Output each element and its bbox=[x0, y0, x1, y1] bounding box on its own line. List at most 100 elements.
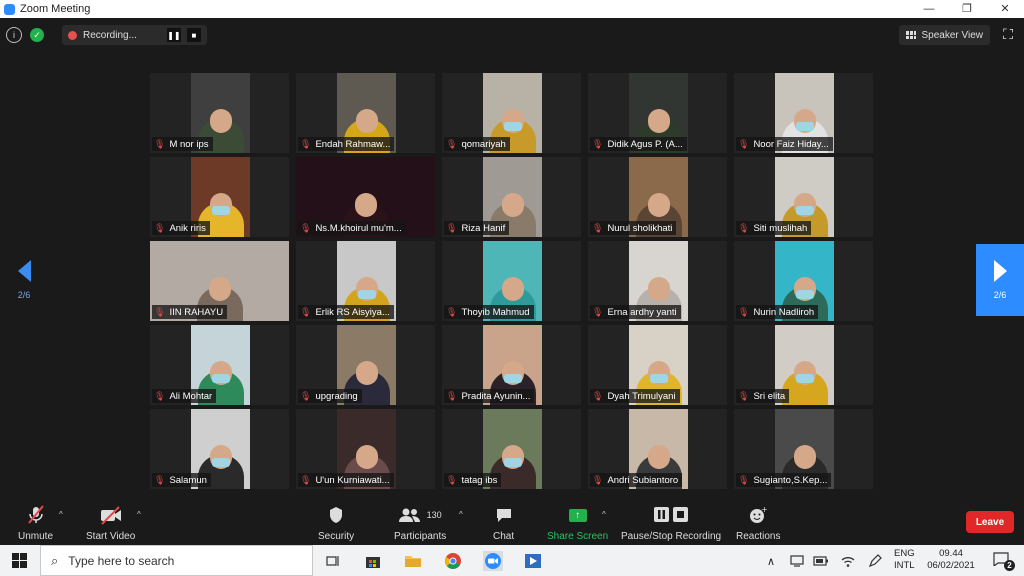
minimize-icon[interactable]: — bbox=[910, 0, 948, 18]
participant-tile[interactable]: 🎙︎ Ali Mohtar bbox=[150, 325, 289, 405]
participant-tile[interactable]: 🎙︎ U'un Kurniawati... bbox=[296, 409, 435, 489]
participant-tile[interactable]: 🎙︎ Erlik RS Aisyiya... bbox=[296, 241, 435, 321]
stop-recording-icon[interactable]: ■ bbox=[186, 28, 201, 42]
video-options-caret-icon[interactable]: ^ bbox=[137, 510, 141, 519]
participant-name: Didik Agus P. (A... bbox=[607, 138, 683, 150]
meeting-toolbar: Unmute ^ Start Video ^ Security 130 Part… bbox=[0, 500, 1024, 545]
tray-overflow-icon[interactable]: ∧ bbox=[761, 551, 781, 571]
participant-tile[interactable]: 🎙︎ Didik Agus P. (A... bbox=[588, 73, 727, 153]
participant-name: Noor Faiz Hiday... bbox=[753, 138, 829, 150]
tray-display-icon[interactable] bbox=[787, 551, 807, 571]
participant-tile[interactable]: 🎙︎ Erna ardhy yanti bbox=[588, 241, 727, 321]
participant-tile[interactable]: 🎙︎ Sri elita bbox=[734, 325, 873, 405]
share-options-caret-icon[interactable]: ^ bbox=[602, 510, 606, 519]
notification-center-icon[interactable]: 2 bbox=[992, 552, 1015, 571]
close-icon[interactable]: ✕ bbox=[986, 0, 1024, 18]
audio-options-caret-icon[interactable]: ^ bbox=[59, 510, 63, 519]
participants-label: Participants bbox=[394, 531, 447, 542]
mic-muted-icon: 🎙︎ bbox=[154, 306, 166, 317]
input-language-indicator[interactable]: ENG INTL bbox=[894, 548, 915, 572]
fullscreen-icon[interactable]: ⛶ bbox=[1000, 26, 1016, 42]
windows-start-icon[interactable] bbox=[12, 553, 27, 568]
leave-button[interactable]: Leave bbox=[966, 511, 1014, 533]
chrome-icon[interactable] bbox=[443, 551, 463, 571]
participant-tile[interactable]: 🎙︎ Salamun bbox=[150, 409, 289, 489]
participant-tile[interactable]: 🎙︎ Dyah Trimulyani bbox=[588, 325, 727, 405]
participant-tile[interactable]: 🎙︎ Pradita Ayunin... bbox=[442, 325, 581, 405]
participant-tile[interactable]: 🎙︎ Riza Hanif bbox=[442, 157, 581, 237]
mic-muted-icon bbox=[27, 505, 45, 525]
participant-tile[interactable]: 🎙︎ tatag ibs bbox=[442, 409, 581, 489]
participant-tile[interactable]: 🎙︎ Endah Rahmaw... bbox=[296, 73, 435, 153]
participants-button[interactable]: 130 Participants bbox=[394, 505, 446, 542]
participants-icon: 130 bbox=[398, 505, 442, 525]
lang-bottom: INTL bbox=[894, 560, 915, 571]
participant-tile[interactable]: 🎙︎ Thoyib Mahmud bbox=[442, 241, 581, 321]
chat-label: Chat bbox=[493, 531, 515, 542]
store-icon[interactable] bbox=[363, 551, 383, 571]
start-video-label: Start Video bbox=[86, 531, 136, 542]
participant-name: Endah Rahmaw... bbox=[315, 138, 391, 150]
participant-namebar: 🎙︎ M nor ips bbox=[152, 137, 213, 151]
file-explorer-icon[interactable] bbox=[403, 551, 423, 571]
mic-muted-icon: 🎙︎ bbox=[154, 390, 166, 401]
face-mask bbox=[795, 374, 814, 383]
participant-name: Erlik RS Aisyiya... bbox=[315, 306, 390, 318]
svg-text:+: + bbox=[761, 506, 767, 514]
participant-tile[interactable]: 🎙︎ qomariyah bbox=[442, 73, 581, 153]
participant-name: U'un Kurniawati... bbox=[315, 474, 390, 486]
participant-tile[interactable]: 🎙︎ Sugianto,S.Kep... bbox=[734, 409, 873, 489]
participant-tile[interactable]: 🎙︎ Nurul sholikhati bbox=[588, 157, 727, 237]
mic-muted-icon: 🎙︎ bbox=[592, 138, 604, 149]
mic-muted-icon: 🎙︎ bbox=[300, 306, 312, 317]
video-app-icon[interactable] bbox=[523, 551, 543, 571]
participant-tile[interactable]: 🎙︎ upgrading bbox=[296, 325, 435, 405]
participant-namebar: 🎙︎ Sri elita bbox=[736, 389, 790, 403]
participants-caret-icon[interactable]: ^ bbox=[459, 510, 463, 519]
participant-tile[interactable]: 🎙︎ Anik riris bbox=[150, 157, 289, 237]
window-title: Zoom Meeting bbox=[20, 3, 91, 15]
lang-top: ENG bbox=[894, 548, 915, 559]
reactions-label: Reactions bbox=[736, 531, 781, 542]
participant-namebar: 🎙︎ qomariyah bbox=[444, 137, 510, 151]
share-screen-button[interactable]: ↑ Share Screen bbox=[547, 505, 608, 542]
participant-tile[interactable]: 🎙︎ Noor Faiz Hiday... bbox=[734, 73, 873, 153]
wifi-icon[interactable] bbox=[838, 551, 858, 571]
participant-tile[interactable]: 🎙︎ Ns.M.khoirul mu'm... bbox=[296, 157, 435, 237]
speaker-view-button[interactable]: Speaker View bbox=[899, 25, 990, 45]
face-mask bbox=[503, 122, 522, 131]
participant-name: upgrading bbox=[315, 390, 358, 402]
clock-time: 09.44 bbox=[939, 548, 963, 559]
prev-page-button[interactable]: 2/6 bbox=[0, 244, 48, 316]
taskbar-search-box[interactable]: ⌕ Type here to search bbox=[40, 545, 313, 576]
pen-icon[interactable] bbox=[865, 551, 885, 571]
participant-head bbox=[647, 277, 670, 301]
taskbar-clock[interactable]: 09.44 06/02/2021 bbox=[925, 548, 977, 572]
face-mask bbox=[503, 374, 522, 383]
security-button[interactable]: Security bbox=[318, 505, 354, 542]
reactions-button[interactable]: + Reactions bbox=[736, 505, 780, 542]
participant-namebar: 🎙︎ Siti muslihah bbox=[736, 221, 812, 235]
mic-muted-icon: 🎙︎ bbox=[738, 474, 750, 485]
chat-button[interactable]: Chat bbox=[493, 505, 514, 542]
participant-namebar: 🎙︎ Nurul sholikhati bbox=[590, 221, 677, 235]
info-icon[interactable]: i bbox=[6, 27, 22, 43]
next-page-button[interactable]: 2/6 bbox=[976, 244, 1024, 316]
participant-namebar: 🎙︎ U'un Kurniawati... bbox=[298, 473, 394, 487]
battery-icon[interactable] bbox=[811, 551, 831, 571]
participant-tile[interactable]: 🎙︎ M nor ips bbox=[150, 73, 289, 153]
participant-tile[interactable]: 🎙︎ Andri Subiantoro bbox=[588, 409, 727, 489]
zoom-taskbar-icon[interactable] bbox=[483, 551, 503, 571]
task-view-icon[interactable] bbox=[323, 551, 343, 571]
participant-tile[interactable]: 🎙︎ IIN RAHAYU bbox=[150, 241, 289, 321]
pause-recording-icon[interactable]: ❚❚ bbox=[166, 28, 181, 42]
participants-count: 130 bbox=[426, 510, 442, 520]
restore-icon[interactable]: ❐ bbox=[948, 0, 986, 18]
unmute-button[interactable]: Unmute bbox=[18, 505, 53, 542]
pause-stop-recording-button[interactable]: Pause/Stop Recording bbox=[621, 505, 721, 542]
participant-tile[interactable]: 🎙︎ Siti muslihah bbox=[734, 157, 873, 237]
encryption-shield-icon[interactable]: ✓ bbox=[30, 28, 44, 42]
start-video-button[interactable]: Start Video bbox=[86, 505, 135, 542]
security-label: Security bbox=[318, 531, 355, 542]
participant-tile[interactable]: 🎙︎ Nurin Nadliroh bbox=[734, 241, 873, 321]
